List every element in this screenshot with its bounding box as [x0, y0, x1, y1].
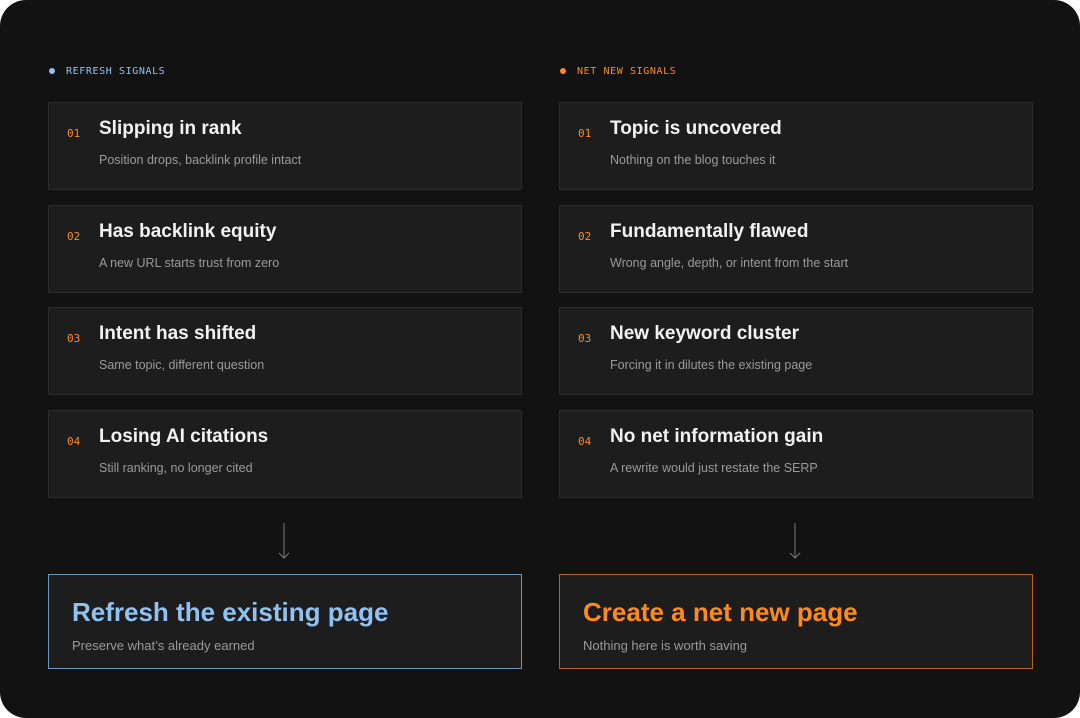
refresh-signal-card: 02 Has backlink equity A new URL starts …: [48, 205, 522, 293]
signal-number: 02: [578, 230, 592, 243]
result-title: Create a net new page: [583, 597, 858, 627]
signal-subtitle: Forcing it in dilutes the existing page: [610, 358, 813, 372]
signal-subtitle: Position drops, backlink profile intact: [99, 153, 302, 167]
net-new-signal-card: 02 Fundamentally flawed Wrong angle, dep…: [559, 205, 1033, 293]
refresh-dot-icon: [49, 68, 55, 74]
signal-number: 03: [67, 332, 81, 345]
arrow-down-icon: [278, 523, 290, 559]
signal-subtitle: A new URL starts trust from zero: [99, 256, 280, 270]
net-new-signal-card: 03 New keyword cluster Forcing it in dil…: [559, 307, 1033, 395]
decision-diagram: REFRESH SIGNALS 01 Slipping in rank Posi…: [0, 0, 1080, 718]
signal-title: Has backlink equity: [99, 221, 277, 242]
arrow-down-icon: [789, 523, 801, 559]
refresh-signal-card: 01 Slipping in rank Position drops, back…: [48, 102, 522, 190]
refresh-header-label: REFRESH SIGNALS: [66, 65, 166, 77]
result-subtitle: Nothing here is worth saving: [583, 638, 748, 653]
signal-number: 01: [67, 127, 81, 140]
refresh-signal-card: 04 Losing AI citations Still ranking, no…: [48, 410, 522, 498]
signal-title: New keyword cluster: [610, 323, 800, 344]
refresh-header: REFRESH SIGNALS: [48, 64, 165, 78]
result-subtitle: Preserve what’s already earned: [72, 638, 255, 653]
signal-subtitle: Still ranking, no longer cited: [99, 461, 253, 475]
signal-subtitle: Nothing on the blog touches it: [610, 153, 776, 167]
net-new-signal-card: 01 Topic is uncovered Nothing on the blo…: [559, 102, 1033, 190]
signal-title: Slipping in rank: [99, 118, 242, 139]
net-new-result-box: Create a net new page Nothing here is wo…: [559, 574, 1033, 669]
signal-number: 01: [578, 127, 592, 140]
net-new-header-label: NET NEW SIGNALS: [577, 65, 677, 77]
signal-title: Losing AI citations: [99, 426, 269, 447]
refresh-signal-card: 03 Intent has shifted Same topic, differ…: [48, 307, 522, 395]
signal-title: No net information gain: [610, 426, 824, 447]
signal-title: Fundamentally flawed: [610, 221, 809, 242]
signal-subtitle: A rewrite would just restate the SERP: [610, 461, 818, 475]
signal-number: 04: [67, 435, 81, 448]
signal-title: Intent has shifted: [99, 323, 257, 344]
signal-number: 02: [67, 230, 81, 243]
signal-subtitle: Wrong angle, depth, or intent from the s…: [610, 256, 849, 270]
signal-title: Topic is uncovered: [610, 118, 782, 139]
net-new-signal-card: 04 No net information gain A rewrite wou…: [559, 410, 1033, 498]
net-new-header: NET NEW SIGNALS: [559, 64, 676, 78]
result-title: Refresh the existing page: [72, 597, 389, 627]
refresh-result-box: Refresh the existing page Preserve what’…: [48, 574, 522, 669]
signal-number: 03: [578, 332, 592, 345]
net-new-dot-icon: [560, 68, 566, 74]
signal-subtitle: Same topic, different question: [99, 358, 265, 372]
signal-number: 04: [578, 435, 592, 448]
